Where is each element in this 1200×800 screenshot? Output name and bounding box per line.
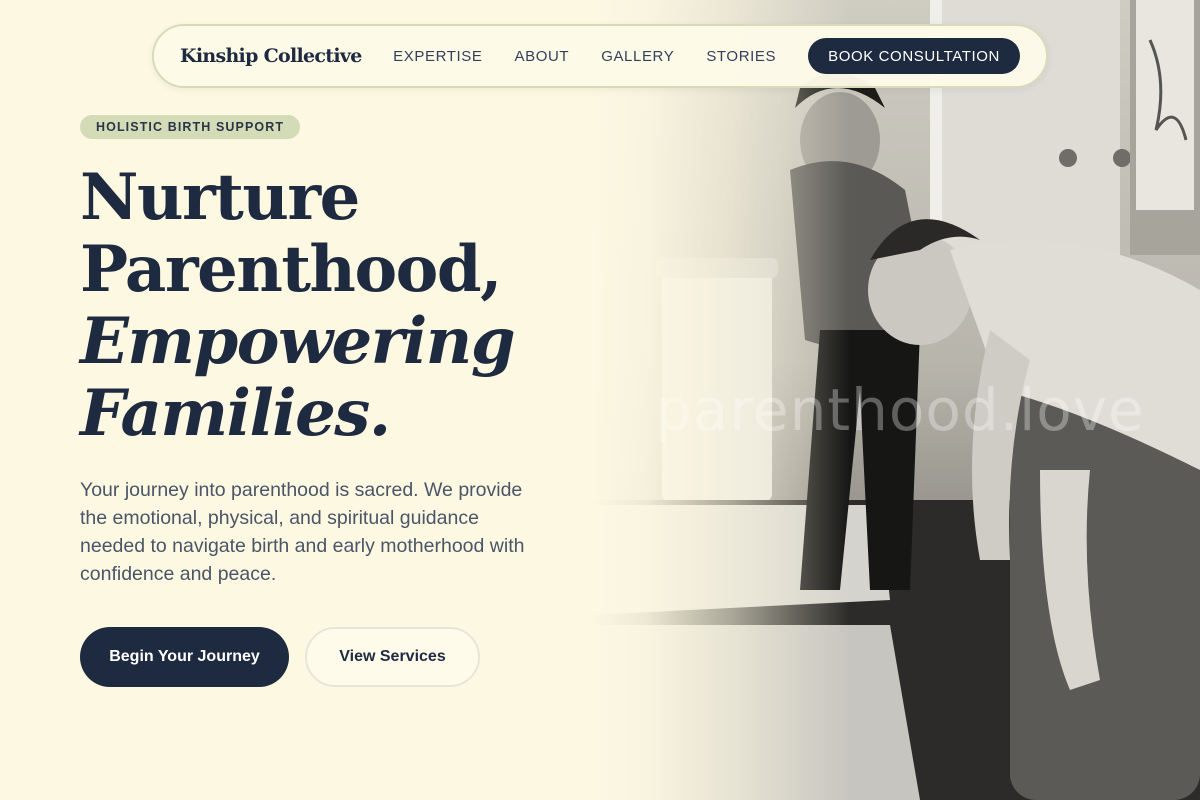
headline-line-4: Families. bbox=[80, 376, 391, 451]
nav-links: EXPERTISE ABOUT GALLERY STORIES BOOK CON… bbox=[393, 38, 1020, 74]
photo-watermark: parenthood.love bbox=[655, 376, 1145, 444]
headline-line-3: Empowering bbox=[80, 304, 516, 379]
book-consultation-button[interactable]: BOOK CONSULTATION bbox=[808, 38, 1020, 74]
headline-line-2: Parenthood, bbox=[80, 232, 502, 307]
hero-lead-paragraph: Your journey into parenthood is sacred. … bbox=[80, 479, 525, 585]
view-services-button[interactable]: View Services bbox=[305, 627, 480, 687]
nav-link-gallery[interactable]: GALLERY bbox=[601, 48, 674, 65]
hero-badge: HOLISTIC BIRTH SUPPORT bbox=[80, 115, 301, 139]
top-navbar: Kinship Collective EXPERTISE ABOUT GALLE… bbox=[152, 24, 1048, 88]
nav-link-expertise[interactable]: EXPERTISE bbox=[393, 48, 482, 65]
nav-link-about[interactable]: ABOUT bbox=[515, 48, 570, 65]
headline-line-1: Nurture bbox=[80, 160, 360, 235]
brand-logo[interactable]: Kinship Collective bbox=[180, 45, 362, 67]
hero-headline: Nurture Parenthood, Empowering Families. bbox=[80, 162, 600, 450]
begin-journey-button[interactable]: Begin Your Journey bbox=[80, 627, 289, 687]
nav-link-stories[interactable]: STORIES bbox=[706, 48, 776, 65]
